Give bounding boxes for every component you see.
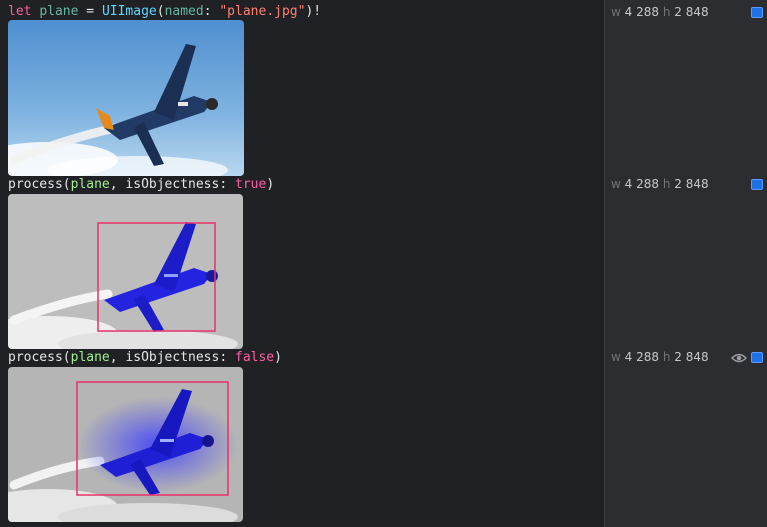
quick-look-toggle[interactable] [751,179,763,190]
code-editor[interactable]: let plane = UIImage(named: "plane.jpg")! [0,0,604,527]
code-token: false [235,350,275,365]
code-token: ) [266,177,275,192]
preview-image-saliency [8,367,243,522]
preview-image-objectness [8,194,243,349]
result-dimensions-1: w 4 288 h 2 848 [611,5,709,19]
code-token: plane [70,177,110,192]
code-token: ) [274,350,282,365]
result-dimensions-2: w 4 288 h 2 848 [611,177,709,191]
code-token: process [8,350,63,365]
code-token: plane [39,4,79,19]
code-line-3[interactable]: process(plane, isObjectness: false) [8,350,282,366]
code-token: , isObjectness: [109,177,235,192]
results-sidebar: w 4 288 h 2 848 w 4 288 h 2 848 w 4 288 … [604,0,767,527]
code-token: ( [62,177,71,192]
code-token: true [235,177,267,192]
code-token: , isObjectness: [109,350,235,365]
result-dimensions-3: w 4 288 h 2 848 [611,350,709,364]
code-token: = [78,4,102,19]
code-token: UIImage [101,4,157,19]
code-token: process [8,177,63,192]
code-line-1[interactable]: let plane = UIImage(named: "plane.jpg")! [8,4,321,20]
preview-image-original [8,20,244,176]
code-token: ( [156,4,165,19]
eye-icon[interactable] [731,352,747,364]
code-token: : [203,4,220,19]
code-token: let [8,4,32,19]
code-token: ( [62,350,71,365]
code-token: )! [305,4,322,19]
code-token: plane [70,350,110,365]
quick-look-toggle[interactable] [751,7,763,18]
code-line-2[interactable]: process(plane, isObjectness: true) [8,177,274,193]
code-token: named [164,4,204,19]
quick-look-toggle[interactable] [751,352,763,363]
code-token: "plane.jpg" [219,4,306,19]
